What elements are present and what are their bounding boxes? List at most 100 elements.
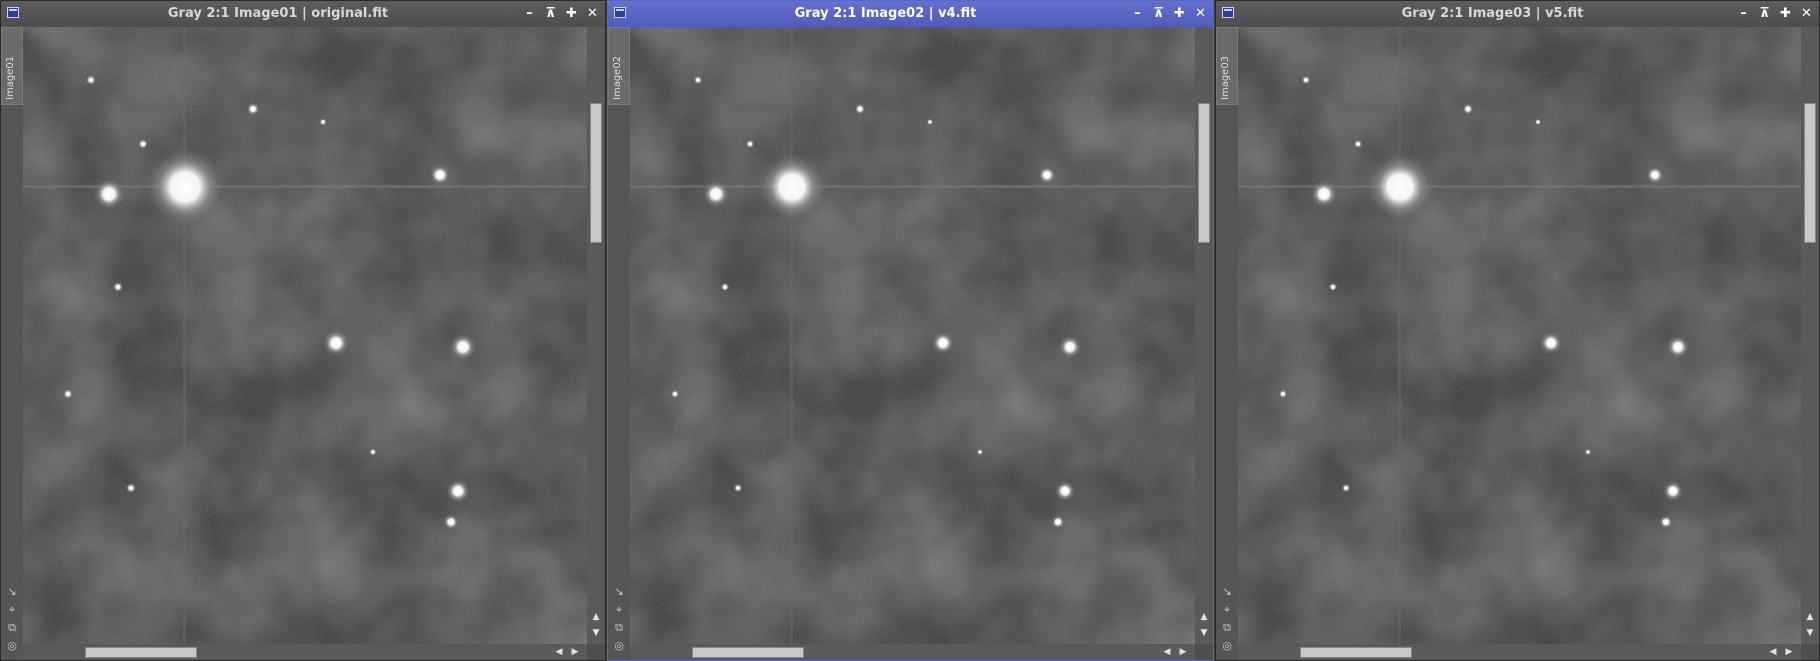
view-identifier-tab[interactable]: Image01 [1, 27, 23, 105]
scroll-left-icon[interactable]: ◀ [1767, 646, 1779, 658]
star [125, 482, 137, 494]
shade-icon[interactable]: ⊼ [1756, 5, 1773, 22]
scroll-left-icon[interactable]: ◀ [1161, 646, 1173, 658]
vertical-scroll-thumb[interactable] [1198, 103, 1210, 243]
clone-icon[interactable]: ⧉ [615, 621, 623, 634]
star [442, 513, 460, 531]
horizontal-scrollbar[interactable]: ◀ ▶ [23, 644, 587, 660]
maximize-icon[interactable]: ✚ [563, 5, 580, 22]
zoom-fit-icon[interactable]: ↘ [7, 585, 16, 598]
preview-icon[interactable]: ⌖ [1224, 603, 1230, 616]
star [756, 151, 828, 223]
window-titlebar[interactable]: Gray 2:1 Image02 | v4.fit – ⊼ ✚ ✕ [608, 1, 1213, 27]
star [137, 138, 149, 150]
star [745, 139, 755, 149]
horizontal-scroll-thumb[interactable] [1300, 647, 1412, 658]
vertical-scrollbar[interactable]: ▲ ▼ [1801, 27, 1819, 644]
image-viewport[interactable] [23, 27, 587, 644]
window-title: Gray 2:1 Image02 | v4.fit [794, 6, 977, 21]
minimize-icon[interactable]: – [521, 5, 538, 22]
minimize-icon[interactable]: – [1735, 5, 1752, 22]
star [85, 74, 97, 86]
star [693, 75, 703, 85]
star [1328, 282, 1338, 292]
window-icon [614, 7, 626, 18]
star [449, 333, 477, 361]
scroll-up-icon[interactable]: ▲ [1804, 612, 1816, 622]
close-icon[interactable]: ✕ [1798, 5, 1815, 22]
image-noise [630, 27, 1195, 644]
star [1645, 165, 1665, 185]
star [1050, 514, 1066, 530]
side-strip [1, 27, 23, 660]
image-viewport[interactable] [630, 27, 1195, 644]
side-strip [608, 27, 630, 660]
image-window-image03[interactable]: Gray 2:1 Image03 | v5.fit – ⊼ ✚ ✕ Image0… [1215, 0, 1820, 661]
star [1662, 480, 1684, 502]
star [720, 282, 730, 292]
diffraction-spike [790, 27, 793, 644]
diffraction-spike [183, 27, 186, 644]
astro-image [23, 27, 587, 644]
star [854, 103, 866, 115]
zoom-fit-icon[interactable]: ↘ [614, 585, 623, 598]
scroll-up-icon[interactable]: ▲ [590, 612, 602, 622]
star [1539, 331, 1563, 355]
star [733, 483, 743, 493]
view-identifier-tab[interactable]: Image02 [608, 27, 630, 105]
horizontal-scroll-thumb[interactable] [692, 647, 804, 658]
image-noise [1238, 27, 1801, 644]
vertical-scrollbar[interactable]: ▲ ▼ [587, 27, 605, 644]
star [701, 179, 731, 209]
star [1037, 165, 1057, 185]
window-titlebar[interactable]: Gray 2:1 Image01 | original.fit – ⊼ ✚ ✕ [1, 1, 605, 27]
clone-icon[interactable]: ⧉ [8, 621, 16, 634]
horizontal-scroll-thumb[interactable] [85, 647, 197, 658]
star [445, 478, 471, 504]
star [246, 102, 260, 116]
scroll-down-icon[interactable]: ▼ [1804, 628, 1816, 638]
scroll-right-icon[interactable]: ▶ [1177, 646, 1189, 658]
maximize-icon[interactable]: ✚ [1171, 5, 1188, 22]
vertical-scrollbar[interactable]: ▲ ▼ [1195, 27, 1213, 644]
view-identifier-tab[interactable]: Image03 [1216, 27, 1238, 105]
shade-icon[interactable]: ⊼ [542, 5, 559, 22]
star [926, 118, 934, 126]
image-window-image01[interactable]: Gray 2:1 Image01 | original.fit – ⊼ ✚ ✕ … [0, 0, 606, 661]
scroll-left-icon[interactable]: ◀ [553, 646, 565, 658]
close-icon[interactable]: ✕ [584, 5, 601, 22]
scroll-right-icon[interactable]: ▶ [569, 646, 581, 658]
mask-icon[interactable]: ◎ [7, 639, 17, 652]
view-identifier-label: Image02 [612, 55, 623, 100]
maximize-icon[interactable]: ✚ [1777, 5, 1794, 22]
scroll-right-icon[interactable]: ▶ [1783, 646, 1795, 658]
star [62, 388, 74, 400]
scroll-down-icon[interactable]: ▼ [1198, 628, 1210, 638]
image-window-image02[interactable]: Gray 2:1 Image02 | v4.fit – ⊼ ✚ ✕ Image0… [607, 0, 1214, 661]
horizontal-scrollbar[interactable]: ◀ ▶ [630, 644, 1195, 660]
vertical-scroll-thumb[interactable] [1804, 103, 1816, 243]
mask-icon[interactable]: ◎ [614, 639, 624, 652]
scroll-corner [1801, 644, 1819, 660]
scroll-down-icon[interactable]: ▼ [590, 628, 602, 638]
shade-icon[interactable]: ⊼ [1150, 5, 1167, 22]
side-strip [1216, 27, 1238, 660]
scroll-up-icon[interactable]: ▲ [1198, 612, 1210, 622]
star [322, 329, 350, 357]
star [1309, 179, 1339, 209]
clone-icon[interactable]: ⧉ [1223, 621, 1231, 634]
image-viewport[interactable] [1238, 27, 1801, 644]
preview-icon[interactable]: ⌖ [616, 603, 622, 616]
star [670, 389, 680, 399]
mask-icon[interactable]: ◎ [1222, 639, 1232, 652]
window-titlebar[interactable]: Gray 2:1 Image03 | v5.fit – ⊼ ✚ ✕ [1216, 1, 1819, 27]
star [1364, 151, 1436, 223]
close-icon[interactable]: ✕ [1192, 5, 1209, 22]
horizontal-scrollbar[interactable]: ◀ ▶ [1238, 644, 1801, 660]
preview-icon[interactable]: ⌖ [9, 603, 15, 616]
star [1462, 103, 1474, 115]
minimize-icon[interactable]: – [1129, 5, 1146, 22]
diffraction-spike [1398, 27, 1401, 644]
vertical-scroll-thumb[interactable] [590, 103, 602, 243]
zoom-fit-icon[interactable]: ↘ [1222, 585, 1231, 598]
